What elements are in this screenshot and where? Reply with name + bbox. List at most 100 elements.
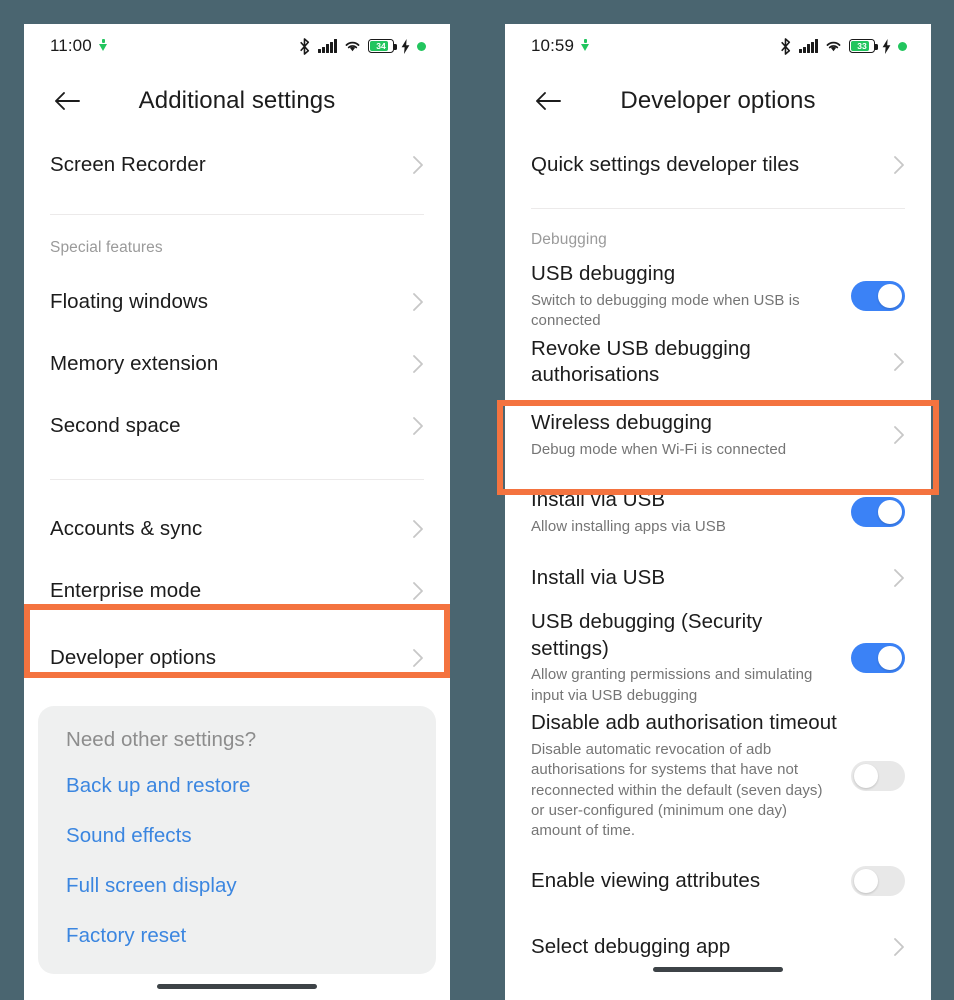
toggle-install-via-usb[interactable] [851, 497, 905, 528]
row-text: Memory extension [50, 351, 400, 378]
row-title: Wireless debugging [531, 411, 712, 435]
green-dot-icon [417, 41, 426, 51]
row-title: Quick settings developer tiles [531, 152, 800, 176]
chevron-right-icon [413, 649, 423, 667]
link-back-up-and-restore[interactable]: Back up and restore [66, 774, 408, 798]
list-item-second-space[interactable]: Second space [24, 395, 450, 457]
phone-screen-developer-options: 10:59 33 Developer options Quick setting… [505, 24, 931, 1000]
list-item-install-via-usb-link[interactable]: Install via USB [505, 547, 931, 609]
list-item-memory-extension[interactable]: Memory extension [24, 333, 450, 395]
row-subtitle: Allow installing apps via USB [531, 517, 726, 535]
section-header-special-features: Special features [50, 239, 163, 256]
chevron-right-icon [894, 156, 904, 174]
row-text: Wireless debugging Debug mode when Wi-Fi… [531, 410, 881, 460]
cellular-signal-icon [318, 39, 337, 53]
lightning-bolt-icon [882, 38, 891, 54]
list-item-wireless-debugging[interactable]: Wireless debugging Debug mode when Wi-Fi… [505, 393, 931, 477]
home-indicator[interactable] [653, 967, 783, 972]
row-text: Disable adb authorisation timeout Disabl… [531, 710, 839, 841]
link-full-screen-display[interactable]: Full screen display [66, 874, 408, 898]
toggle-usb-debugging[interactable] [851, 281, 905, 312]
row-text: Enable viewing attributes [531, 868, 839, 895]
list-item-enterprise-mode[interactable]: Enterprise mode [24, 560, 450, 622]
list-item-developer-options[interactable]: Developer options [24, 622, 450, 694]
row-title: Revoke USB debugging authorisations [531, 336, 751, 387]
row-text: Enterprise mode [50, 578, 400, 605]
bluetooth-icon [781, 37, 791, 55]
settings-list-debugging: USB debugging Switch to debugging mode w… [505, 261, 931, 978]
back-arrow-icon [55, 92, 80, 110]
status-time: 11:00 [50, 36, 92, 55]
list-item-usb-debugging[interactable]: USB debugging Switch to debugging mode w… [505, 261, 931, 331]
list-item-screen-recorder[interactable]: Screen Recorder [24, 134, 450, 196]
row-text: Revoke USB debugging authorisations [531, 336, 881, 389]
toggle-knob [878, 500, 902, 525]
toggle-usb-debugging-security-settings[interactable] [851, 642, 905, 673]
back-button[interactable] [531, 84, 565, 118]
chevron-right-icon [413, 582, 423, 600]
row-text: Developer options [50, 645, 400, 672]
list-item-accounts-sync[interactable]: Accounts & sync [24, 498, 450, 560]
bluetooth-icon [300, 37, 310, 55]
home-indicator[interactable] [157, 984, 317, 989]
battery-level: 34 [376, 40, 386, 51]
chevron-right-icon [413, 355, 423, 373]
row-title: Select debugging app [531, 934, 731, 958]
row-title: Enable viewing attributes [531, 868, 761, 892]
list-item-install-via-usb-toggle[interactable]: Install via USB Allow installing apps vi… [505, 477, 931, 547]
row-text: USB debugging Switch to debugging mode w… [531, 261, 839, 331]
toggle-disable-adb-authorisation-timeout[interactable] [851, 760, 905, 791]
row-title: Screen Recorder [50, 152, 206, 176]
need-other-settings-title: Need other settings? [66, 728, 257, 751]
toggle-knob [878, 284, 902, 309]
row-text: USB debugging (Security settings) Allow … [531, 609, 839, 706]
lightning-bolt-icon [401, 38, 410, 54]
battery-icon: 33 [849, 39, 878, 53]
page-title: Additional settings [138, 87, 336, 114]
list-item-usb-debugging-security-settings[interactable]: USB debugging (Security settings) Allow … [505, 609, 931, 706]
settings-list-top: Quick settings developer tiles [505, 134, 931, 196]
list-item-quick-settings-developer-tiles[interactable]: Quick settings developer tiles [505, 134, 931, 196]
app-bar: Developer options [505, 68, 931, 134]
row-text: Second space [50, 413, 400, 440]
toggle-knob [854, 763, 878, 788]
row-title: Accounts & sync [50, 516, 203, 540]
status-bar: 11:00 34 [24, 24, 450, 68]
list-item-revoke-usb-debugging-authorisations[interactable]: Revoke USB debugging authorisations [505, 331, 931, 393]
settings-list-bottom: Accounts & sync Enterprise mode Develope… [24, 498, 450, 694]
list-item-floating-windows[interactable]: Floating windows [24, 271, 450, 333]
row-title: Install via USB [531, 488, 666, 512]
list-item-disable-adb-authorisation-timeout[interactable]: Disable adb authorisation timeout Disabl… [505, 706, 931, 846]
list-item-enable-viewing-attributes[interactable]: Enable viewing attributes [505, 846, 931, 916]
row-text: Install via USB [531, 565, 881, 592]
row-text: Accounts & sync [50, 516, 400, 543]
row-text: Select debugging app [531, 934, 881, 961]
status-bar-left: 10:59 [531, 36, 590, 56]
link-factory-reset[interactable]: Factory reset [66, 924, 408, 948]
download-arrow-icon [581, 39, 590, 53]
status-bar-right: 34 [298, 37, 426, 55]
green-dot-icon [898, 41, 907, 51]
settings-list-special: Floating windows Memory extension Second… [24, 271, 450, 457]
wifi-icon [345, 41, 360, 52]
status-bar-left: 11:00 [50, 36, 108, 56]
chevron-right-icon [413, 417, 423, 435]
row-title: USB debugging (Security settings) [531, 610, 763, 660]
phone-screen-additional-settings: 11:00 34 Additional settings Screen Reco… [24, 24, 450, 1000]
toggle-knob [854, 868, 878, 893]
download-arrow-icon [98, 39, 108, 53]
section-header-debugging: Debugging [531, 231, 607, 248]
status-bar: 10:59 33 [505, 24, 931, 68]
back-button[interactable] [50, 84, 84, 118]
row-title: Install via USB [531, 565, 666, 589]
row-subtitle: Allow granting permissions and simulatin… [531, 666, 813, 704]
toggle-enable-viewing-attributes[interactable] [851, 865, 905, 896]
link-sound-effects[interactable]: Sound effects [66, 824, 408, 848]
app-bar: Additional settings [24, 68, 450, 134]
